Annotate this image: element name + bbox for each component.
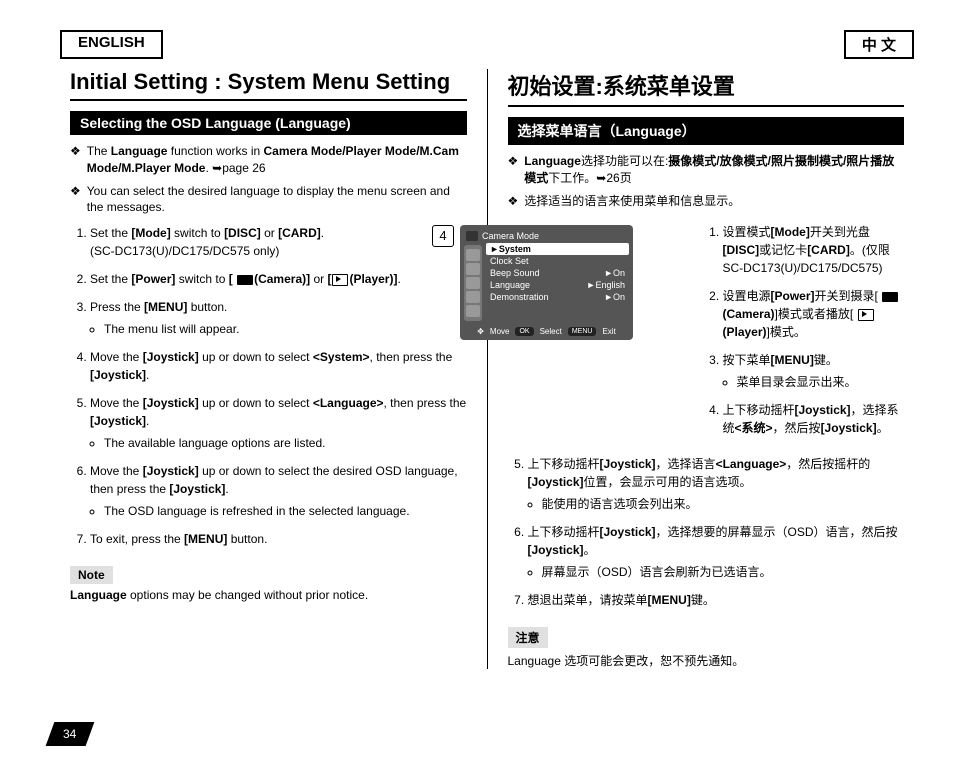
diamond-icon: ❖ <box>508 153 519 187</box>
step6sub-en: The OSD language is refreshed in the sel… <box>104 502 467 520</box>
note-label-cn: 注意 <box>508 627 548 648</box>
osd-language: Language ►English <box>486 279 629 291</box>
step2-en: Set the [Power] switch to [ (Camera)] or… <box>90 270 467 288</box>
pageref-icon: ➥ <box>596 171 606 185</box>
camera-icon <box>237 275 253 285</box>
note-label-en: Note <box>70 566 113 584</box>
col-english: Initial Setting : System Menu Setting Se… <box>60 69 488 669</box>
title-cn: 初始设置:系统菜单设置 <box>508 69 905 107</box>
intro2-en: You can select the desired language to d… <box>87 183 467 217</box>
step3sub-en: The menu list will appear. <box>104 320 467 338</box>
osd-item3: Language <box>490 280 530 290</box>
step3sub-cn: 菜单目录会显示出来。 <box>737 373 905 391</box>
tab-chinese-label: 中 文 <box>862 37 896 54</box>
camera-mode-icon <box>466 231 478 241</box>
step4-en: Move the [Joystick] up or down to select… <box>90 348 467 384</box>
diamond-icon: ❖ <box>70 183 81 217</box>
osd-beep: Beep Sound ►On <box>486 267 629 279</box>
osd-val1: ►On <box>604 268 625 278</box>
intro1-cn: Language选择功能可以在:摄像模式/放像模式/照片摄制模式/照片播放模式下… <box>524 153 904 187</box>
step6-en: Move the [Joystick] up or down to select… <box>90 462 467 520</box>
menu-pill: MENU <box>568 327 597 336</box>
osd-item2: Beep Sound <box>490 268 540 278</box>
step5-cn: 上下移动摇杆[Joystick]，选择语言<Language>，然后按摇杆的[J… <box>528 455 905 513</box>
step5-en: Move the [Joystick] up or down to select… <box>90 394 467 452</box>
osd-item1: Clock Set <box>490 256 529 266</box>
camera-icon <box>882 292 898 302</box>
osd-clock: Clock Set <box>486 255 629 267</box>
move-icon: ✥ <box>477 327 484 336</box>
osd-screen: Camera Mode ►System Clock Set Beep Sound… <box>460 225 633 340</box>
osd-val2: ►English <box>587 280 625 290</box>
osd-sidebar <box>464 245 482 321</box>
page-num-text: 34 <box>63 727 76 741</box>
osd-demo: Demonstration ►On <box>486 291 629 303</box>
page-number: 34 <box>50 722 90 746</box>
step-indicator: 4 <box>432 225 454 247</box>
step6sub-cn: 屏幕显示（OSD）语言会刷新为已选语言。 <box>542 563 905 581</box>
osd-nav: ✥ Move OK Select MENU Exit <box>464 327 629 336</box>
step1-en: Set the [Mode] switch to [DISC] or [CARD… <box>90 224 467 260</box>
ok-pill: OK <box>515 327 533 336</box>
note-en: Language options may be changed without … <box>70 588 467 602</box>
step3-en: Press the [MENU] button.The menu list wi… <box>90 298 467 338</box>
step6-cn: 上下移动摇杆[Joystick]，选择想要的屏幕显示（OSD）语言，然后按[Jo… <box>528 523 905 581</box>
player-icon <box>332 274 348 286</box>
intro1-en: The Language function works in Camera Mo… <box>87 143 467 177</box>
osd-mode: Camera Mode <box>482 231 539 241</box>
step7-en: To exit, press the [MENU] button. <box>90 530 467 548</box>
tab-english-label: ENGLISH <box>78 34 145 51</box>
nav-select: Select <box>540 327 562 336</box>
step5sub-cn: 能使用的语言选项会列出来。 <box>542 495 905 513</box>
step5sub-en: The available language options are liste… <box>104 434 467 452</box>
osd-val3: ►On <box>604 292 625 302</box>
diamond-icon: ❖ <box>508 193 519 210</box>
section-title-cn: 选择菜单语言（Language） <box>508 117 905 145</box>
section-title-en: Selecting the OSD Language (Language) <box>70 111 467 135</box>
intro2-cn: 选择适当的语言来使用菜单和信息显示。 <box>524 193 740 210</box>
diamond-icon: ❖ <box>70 143 81 177</box>
nav-move: Move <box>490 327 510 336</box>
step2-cn: 设置电源[Power]开关到摄录[ (Camera)]模式或者播放[ (Play… <box>723 287 905 341</box>
tab-english: ENGLISH <box>60 30 163 59</box>
osd-system: ►System <box>486 243 629 255</box>
tab-chinese: 中 文 <box>844 30 914 59</box>
col-chinese: 初始设置:系统菜单设置 选择菜单语言（Language） ❖Language选择… <box>488 69 915 669</box>
step1-cn: 设置模式[Mode]开关到光盘[DISC]或记忆卡[CARD]。(仅限SC-DC… <box>723 223 905 277</box>
osd-item4: Demonstration <box>490 292 549 302</box>
step7-cn: 想退出菜单，请按菜单[MENU]键。 <box>528 591 905 609</box>
note-cn: Language 选项可能会更改，恕不预先通知。 <box>508 652 905 669</box>
title-en: Initial Setting : System Menu Setting <box>70 69 467 101</box>
step4-cn: 上下移动摇杆[Joystick]，选择系统<系统>，然后按[Joystick]。 <box>723 401 905 437</box>
osd-item0: ►System <box>490 244 531 254</box>
step3-cn: 按下菜单[MENU]键。菜单目录会显示出来。 <box>723 351 905 391</box>
nav-exit: Exit <box>602 327 615 336</box>
pageref-icon: ➥ <box>212 161 222 175</box>
player-icon <box>858 309 874 321</box>
